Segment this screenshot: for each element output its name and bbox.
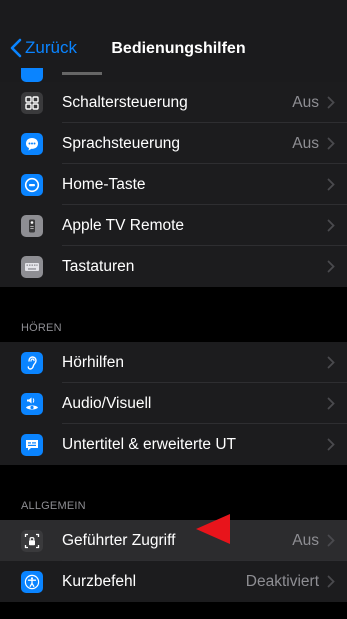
group-general: Geführter Zugriff Aus Kurzbefehl Deaktiv…: [0, 520, 347, 602]
row-voice-control[interactable]: Sprachsteuerung Aus: [0, 123, 347, 164]
row-guided-access[interactable]: Geführter Zugriff Aus: [0, 520, 347, 561]
chevron-right-icon: [327, 575, 335, 588]
row-value: Aus: [292, 93, 319, 111]
row-home-button[interactable]: Home-Taste: [0, 164, 347, 205]
row-subtitles[interactable]: Untertitel & erweiterte UT: [0, 424, 347, 465]
row-value: Aus: [292, 134, 319, 152]
row-label: Home-Taste: [62, 175, 146, 193]
ear-icon: [21, 352, 43, 374]
audio-visual-icon: [21, 393, 43, 415]
row-shortcut[interactable]: Kurzbefehl Deaktiviert: [0, 561, 347, 602]
settings-list: Schaltersteuerung Aus Sprachsteuerung Au…: [0, 82, 347, 602]
chevron-right-icon: [327, 534, 335, 547]
section-header-hearing: HÖREN: [21, 322, 62, 334]
tv-remote-icon: [21, 215, 43, 237]
row-label: Apple TV Remote: [62, 216, 185, 234]
row-label: Tastaturen: [62, 257, 135, 275]
home-button-icon: [21, 174, 43, 196]
keyboard-icon: [21, 256, 43, 278]
scrolled-row-icon: [21, 68, 43, 82]
chevron-right-icon: [327, 397, 335, 410]
row-keyboards[interactable]: Tastaturen: [0, 246, 347, 287]
section-gap-general: ALLGEMEIN: [0, 465, 347, 520]
accessibility-icon: [21, 571, 43, 593]
row-label: Audio/Visuell: [62, 394, 152, 412]
row-value: Deaktiviert: [245, 572, 319, 590]
row-label: Untertitel & erweiterte UT: [62, 435, 236, 453]
row-audio-visual[interactable]: Audio/Visuell: [0, 383, 347, 424]
row-label: Hörhilfen: [62, 353, 125, 371]
voice-control-icon: [21, 133, 43, 155]
chevron-right-icon: [327, 260, 335, 273]
subtitles-icon: [21, 434, 43, 456]
navigation-bar: Zurück Bedienungshilfen: [0, 0, 347, 82]
row-apple-tv-remote[interactable]: Apple TV Remote: [0, 205, 347, 246]
group-hearing: Hörhilfen Audio/Visuell Untertitel & erw…: [0, 342, 347, 465]
page-title: Bedienungshilfen: [111, 40, 246, 57]
row-label: Geführter Zugriff: [62, 531, 176, 549]
chevron-right-icon: [327, 178, 335, 191]
chevron-right-icon: [327, 219, 335, 232]
guided-access-icon: [21, 530, 43, 552]
chevron-right-icon: [327, 438, 335, 451]
row-switch-control[interactable]: Schaltersteuerung Aus: [0, 82, 347, 123]
section-header-general: ALLGEMEIN: [21, 500, 86, 512]
red-arrow-annotation: [196, 514, 230, 544]
scrolled-row-label: [62, 69, 122, 79]
section-gap-hearing: HÖREN: [0, 287, 347, 342]
switch-control-icon: [21, 92, 43, 114]
chevron-right-icon: [327, 96, 335, 109]
row-label: Sprachsteuerung: [62, 134, 181, 152]
row-value: Aus: [292, 531, 319, 549]
chevron-right-icon: [327, 356, 335, 369]
chevron-right-icon: [327, 137, 335, 150]
row-hearing-devices[interactable]: Hörhilfen: [0, 342, 347, 383]
row-label: Kurzbefehl: [62, 572, 137, 590]
row-label: Schaltersteuerung: [62, 93, 188, 111]
group-interaction: Schaltersteuerung Aus Sprachsteuerung Au…: [0, 82, 347, 287]
